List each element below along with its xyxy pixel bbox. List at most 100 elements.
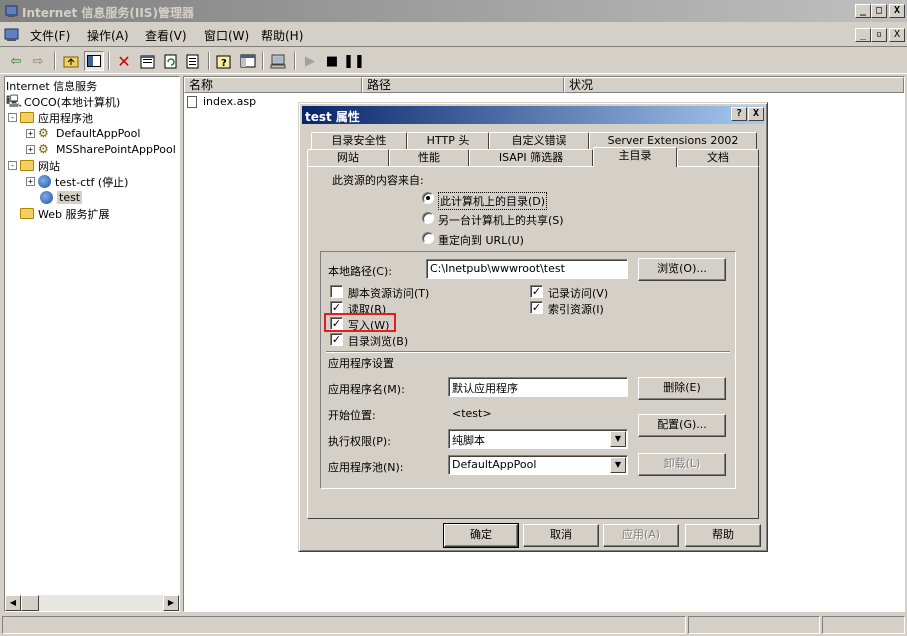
play-icon[interactable]: ▶ <box>300 51 320 71</box>
expand-icon[interactable]: + <box>26 177 35 186</box>
app-pool-icon: ⚙ <box>38 126 49 140</box>
menu-action[interactable]: 操作(A) <box>87 27 129 44</box>
configure-button[interactable]: 配置(G)... <box>638 414 726 437</box>
toolbar-separator <box>208 52 210 70</box>
scroll-left-icon[interactable]: ◀ <box>5 595 21 611</box>
column-header-name[interactable]: 名称 <box>184 77 362 93</box>
window-title-bar[interactable]: Internet 信息服务(IIS)管理器 _ □ X <box>0 0 907 22</box>
local-path-input[interactable]: C:\Inetpub\wwwroot\test <box>426 259 628 279</box>
tab-home-directory[interactable]: 主目录 <box>593 147 677 167</box>
directory-browsing-label[interactable]: 目录浏览(B) <box>348 333 408 349</box>
apply-button[interactable]: 应用(A) <box>603 524 679 547</box>
folder-icon <box>20 112 34 123</box>
stop-icon[interactable]: ■ <box>322 51 342 71</box>
mdi-minimize-button[interactable]: _ <box>855 28 871 42</box>
tab-performance[interactable]: 性能 <box>389 149 469 167</box>
ok-button[interactable]: 确定 <box>443 523 519 548</box>
tree-item-websites[interactable]: - 网站 <box>8 158 60 173</box>
unload-button[interactable]: 卸载(L) <box>638 453 726 476</box>
tree-item-web-service-extensions[interactable]: Web 服务扩展 <box>20 206 109 221</box>
help-icon[interactable]: ? <box>214 51 234 71</box>
tree-item-label: test <box>57 191 83 204</box>
radio-local-directory-label[interactable]: 此计算机上的目录(D) <box>438 192 548 210</box>
radio-redirect-url-label[interactable]: 重定向到 URL(U) <box>438 232 524 248</box>
tab-documents[interactable]: 文档 <box>677 149 759 167</box>
script-source-access-label[interactable]: 脚本资源访问(T) <box>348 285 429 301</box>
up-folder-icon[interactable] <box>61 51 81 71</box>
tab-directory-security[interactable]: 目录安全性 <box>311 132 407 150</box>
expand-icon[interactable]: + <box>26 145 35 154</box>
dropdown-arrow-icon[interactable]: ▼ <box>610 457 626 473</box>
tab-custom-errors[interactable]: 自定义错误 <box>489 132 589 150</box>
refresh-icon[interactable] <box>161 51 181 71</box>
scroll-thumb[interactable] <box>21 595 39 611</box>
dropdown-arrow-icon[interactable]: ▼ <box>610 431 626 447</box>
toolbar-separator <box>108 52 110 70</box>
app-name-input[interactable]: 默认应用程序 <box>448 377 628 397</box>
close-button[interactable]: X <box>889 4 905 18</box>
dialog-title-bar[interactable]: test 属性 ? X <box>302 106 764 124</box>
tree-item-computer[interactable]: 🖳 COCO(本地计算机) <box>6 94 120 109</box>
dialog-close-button[interactable]: X <box>748 107 764 121</box>
tree-item-mssharepointapppool[interactable]: + ⚙ MSSharePointAppPool <box>26 142 176 157</box>
show-tree-icon[interactable] <box>84 51 104 71</box>
app-pool-value: DefaultAppPool <box>452 458 537 471</box>
status-bar <box>0 614 907 636</box>
radio-redirect-url[interactable] <box>422 232 434 244</box>
mmc-console-icon[interactable] <box>4 27 22 46</box>
scroll-right-icon[interactable]: ▶ <box>163 595 179 611</box>
mdi-restore-button[interactable]: ▫ <box>871 28 887 42</box>
tree-horizontal-scrollbar[interactable]: ◀ ▶ <box>5 595 179 611</box>
checkbox-directory-browsing[interactable]: ✓ <box>330 333 343 346</box>
back-arrow-icon[interactable]: ⇦ <box>6 51 26 71</box>
tree-item-label: MSSharePointAppPool <box>56 143 176 156</box>
tab-isapi-filters[interactable]: ISAPI 筛选器 <box>469 149 593 167</box>
computer-icon[interactable] <box>268 51 288 71</box>
remove-button[interactable]: 删除(E) <box>638 377 726 400</box>
browse-button[interactable]: 浏览(O)... <box>638 258 726 281</box>
checkbox-index-resource[interactable]: ✓ <box>530 301 543 314</box>
radio-network-share-label[interactable]: 另一台计算机上的共享(S) <box>438 212 564 228</box>
expand-icon[interactable]: + <box>26 129 35 138</box>
checkbox-log-visits[interactable]: ✓ <box>530 285 543 298</box>
log-visits-label[interactable]: 记录访问(V) <box>548 285 608 301</box>
export-icon[interactable] <box>183 51 203 71</box>
collapse-icon[interactable]: - <box>8 113 17 122</box>
radio-network-share[interactable] <box>422 212 434 224</box>
app-pool-select[interactable]: DefaultAppPool ▼ <box>448 455 628 475</box>
tab-http-headers[interactable]: HTTP 头 <box>407 132 489 150</box>
collapse-icon[interactable]: - <box>8 161 17 170</box>
help-button[interactable]: 帮助 <box>685 524 761 547</box>
console-icon[interactable] <box>238 51 258 71</box>
tree-item-label: Web 服务扩展 <box>38 207 110 221</box>
tree-root[interactable]: Internet 信息服务 <box>6 78 97 93</box>
pause-icon[interactable]: ❚❚ <box>343 51 365 71</box>
tree-item-test-ctf[interactable]: + test-ctf (停止) <box>26 174 128 189</box>
checkbox-script-source-access[interactable] <box>330 285 343 298</box>
tree-item-app-pools[interactable]: - 应用程序池 <box>8 110 93 125</box>
radio-local-directory[interactable] <box>422 192 434 204</box>
tree-item-test[interactable]: test <box>40 190 83 205</box>
mdi-close-button[interactable]: X <box>889 28 905 42</box>
column-header-path[interactable]: 路径 <box>362 77 564 93</box>
menu-view[interactable]: 查看(V) <box>145 27 187 44</box>
minimize-button[interactable]: _ <box>855 4 871 18</box>
app-settings-label: 应用程序设置 <box>328 357 394 370</box>
column-header-status[interactable]: 状况 <box>564 77 904 93</box>
tree-item-defaultapppool[interactable]: + ⚙ DefaultAppPool <box>26 126 140 141</box>
properties-icon[interactable] <box>138 51 158 71</box>
tab-website[interactable]: 网站 <box>307 149 389 167</box>
index-resource-label[interactable]: 索引资源(I) <box>548 301 604 317</box>
dialog-help-button[interactable]: ? <box>731 107 747 121</box>
app-name-label: 应用程序名(M): <box>328 383 405 396</box>
menu-help[interactable]: 帮助(H) <box>261 27 303 44</box>
tree-pane[interactable]: Internet 信息服务 🖳 COCO(本地计算机) - 应用程序池 + ⚙ … <box>4 76 180 612</box>
menu-file[interactable]: 文件(F) <box>30 27 70 44</box>
maximize-button[interactable]: □ <box>871 4 887 18</box>
menu-window[interactable]: 窗口(W) <box>204 27 249 44</box>
forward-arrow-icon[interactable]: ⇨ <box>28 51 48 71</box>
delete-icon[interactable]: ✕ <box>114 51 134 71</box>
execute-permissions-select[interactable]: 纯脚本 ▼ <box>448 429 628 449</box>
list-item[interactable]: index.asp <box>187 95 256 108</box>
cancel-button[interactable]: 取消 <box>523 524 599 547</box>
